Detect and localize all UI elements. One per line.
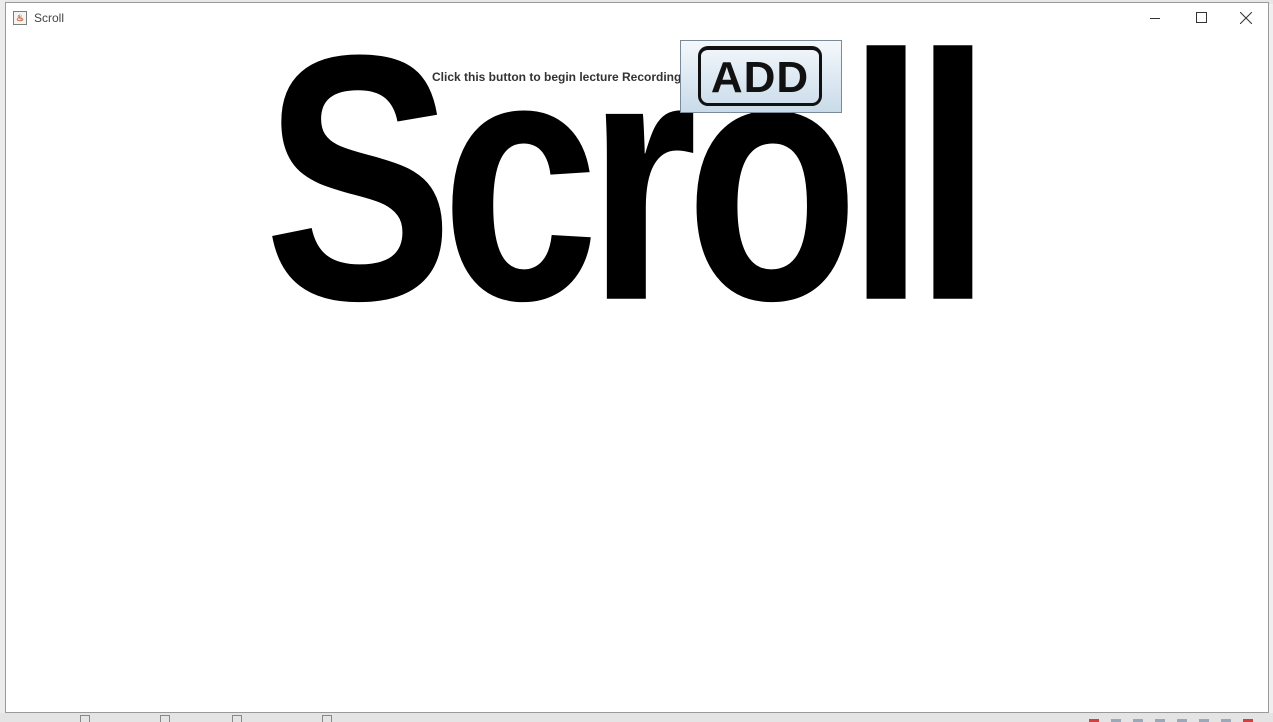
add-button-label: ADD [710, 53, 810, 102]
background-tab [322, 714, 336, 722]
add-button-image: ADD [698, 46, 822, 106]
content-panel: Scroll Click this button to begin lectur… [6, 2, 1268, 712]
background-console-tools [1077, 714, 1253, 722]
minimize-button[interactable] [1133, 3, 1179, 33]
background-tab [160, 714, 174, 722]
background-ide-view-tabs [0, 713, 1273, 722]
java-cup-icon: ♨ [13, 11, 27, 25]
close-button[interactable] [1223, 3, 1269, 33]
scroll-banner: Scroll [264, 0, 992, 373]
maximize-button[interactable] [1178, 3, 1224, 33]
background-tab [232, 714, 246, 722]
scroll-window: ♨ Scroll Scroll Click this button to beg… [5, 2, 1269, 713]
add-recording-button[interactable]: ADD [680, 40, 842, 113]
close-icon [1240, 12, 1252, 24]
background-tab [80, 714, 94, 722]
window-title: Scroll [34, 11, 65, 25]
